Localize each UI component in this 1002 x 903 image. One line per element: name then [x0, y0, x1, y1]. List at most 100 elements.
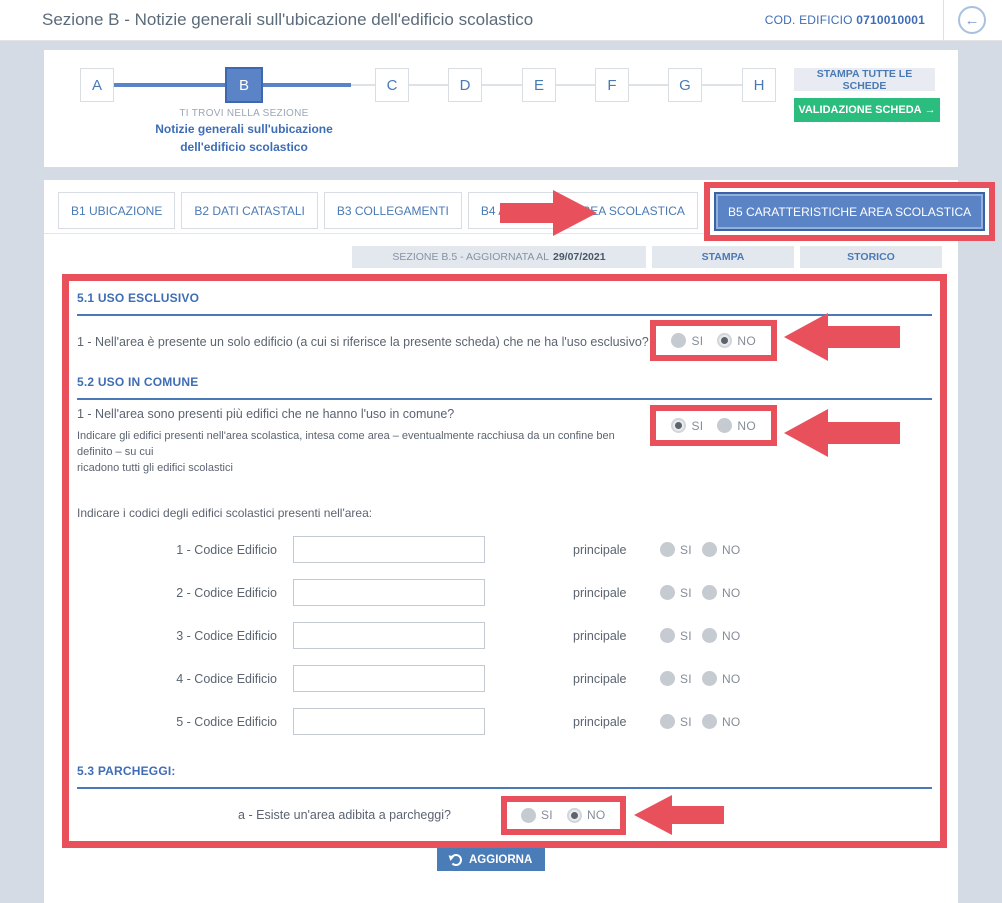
top-bar: Sezione B - Notizie generali sull'ubicaz…	[0, 0, 1002, 41]
annotation-arrow-52	[784, 409, 900, 457]
code-row-2: 2 - Codice Edificio principale SI NO	[77, 579, 932, 606]
update-button-label: AGGIORNA	[469, 854, 532, 866]
radio-51-no[interactable]	[717, 333, 732, 348]
back-icon[interactable]: ←	[958, 6, 986, 34]
building-code-value: 0710010001	[856, 13, 925, 27]
print-all-sheets-button[interactable]: STAMPA TUTTE LE SCHEDE	[794, 68, 935, 91]
arrow-head	[634, 795, 672, 835]
radio-group-principale-3-no: NO	[702, 628, 741, 643]
validate-sheet-button[interactable]: VALIDAZIONE SCHEDA →	[794, 98, 940, 122]
radio-principale-3-no[interactable]	[702, 628, 717, 643]
radio-principale-5-si[interactable]	[660, 714, 675, 729]
radio-principale-1-si[interactable]	[660, 542, 675, 557]
radio-group-principale-3-si: SI	[660, 628, 692, 643]
tab-b3-collegamenti[interactable]: B3 COLLEGAMENTI	[324, 192, 462, 229]
step-b[interactable]: B	[225, 67, 263, 103]
annotation-box-51-radio: SI NO	[650, 320, 777, 361]
tab-b5-caratteristiche-area-scolastica[interactable]: B5 CARATTERISTICHE AREA SCOLASTICA	[714, 192, 985, 231]
code-row-label: 1 - Codice Edificio	[77, 543, 277, 557]
arrow-tail	[672, 806, 724, 824]
question-51-1-text: 1 - Nell'area è presente un solo edifici…	[77, 333, 649, 349]
radio-label: NO	[722, 715, 741, 729]
radio-51-si[interactable]	[671, 333, 686, 348]
section-rule	[77, 398, 932, 400]
radio-label: SI	[680, 543, 692, 557]
step-h[interactable]: H	[742, 68, 776, 102]
section-toolbar: SEZIONE B.5 - AGGIORNATA AL 29/07/2021 S…	[44, 246, 942, 268]
principale-label: principale	[573, 586, 635, 600]
radio-principale-5-no[interactable]	[702, 714, 717, 729]
step-a[interactable]: A	[80, 68, 114, 102]
step-f[interactable]: F	[595, 68, 629, 102]
radio-52-no-label: NO	[737, 419, 756, 433]
radio-group-principale-5-no: NO	[702, 714, 741, 729]
radio-label: SI	[680, 586, 692, 600]
radio-label: SI	[680, 672, 692, 686]
radio-principale-3-si[interactable]	[660, 628, 675, 643]
tab-b1-ubicazione[interactable]: B1 UBICAZIONE	[58, 192, 175, 229]
radio-group-52-no: NO	[717, 418, 756, 433]
section-rule	[77, 787, 932, 789]
codice-edificio-4-input[interactable]	[293, 665, 485, 692]
section-b5-panel: B1 UBICAZIONE B2 DATI CATASTALI B3 COLLE…	[44, 180, 958, 903]
radio-principale-4-si[interactable]	[660, 671, 675, 686]
codes-intro-text: Indicare i codici degli edifici scolasti…	[77, 506, 932, 520]
current-section-name: dell'edificio scolastico	[104, 140, 384, 154]
radio-53-no-label: NO	[587, 808, 606, 822]
code-row-label: 3 - Codice Edificio	[77, 629, 277, 643]
step-e[interactable]: E	[522, 68, 556, 102]
radio-group-principale-1-no: NO	[702, 542, 741, 557]
radio-principale-4-no[interactable]	[702, 671, 717, 686]
tab-b2-dati-catastali[interactable]: B2 DATI CATASTALI	[181, 192, 317, 229]
building-code-label: COD. EDIFICIO	[765, 13, 853, 27]
building-code: COD. EDIFICIO 0710010001	[765, 13, 925, 27]
radio-principale-2-no[interactable]	[702, 585, 717, 600]
page-title: Sezione B - Notizie generali sull'ubicaz…	[42, 10, 533, 30]
radio-52-si[interactable]	[671, 418, 686, 433]
radio-53-si[interactable]	[521, 808, 536, 823]
code-row-5: 5 - Codice Edificio principale SI NO	[77, 708, 932, 735]
refresh-icon	[450, 854, 462, 866]
arrow-head	[784, 409, 828, 457]
step-d[interactable]: D	[448, 68, 482, 102]
radio-principale-2-si[interactable]	[660, 585, 675, 600]
radio-label: SI	[680, 629, 692, 643]
section-updated-date: 29/07/2021	[553, 251, 606, 263]
radio-52-no[interactable]	[717, 418, 732, 433]
radio-group-51-si: SI	[671, 333, 703, 348]
codice-edificio-3-input[interactable]	[293, 622, 485, 649]
annotation-arrow-53	[634, 795, 724, 835]
update-button[interactable]: AGGIORNA	[437, 848, 545, 871]
divider	[943, 0, 944, 40]
radio-principale-1-no[interactable]	[702, 542, 717, 557]
radio-group-principale-5-si: SI	[660, 714, 692, 729]
radio-52-si-label: SI	[691, 419, 703, 433]
validate-sheet-label: VALIDAZIONE SCHEDA	[798, 104, 921, 116]
step-g[interactable]: G	[668, 68, 702, 102]
note-line: ricadono tutti gli edifici scolastici	[77, 460, 650, 476]
arrow-head	[553, 190, 597, 236]
arrow-tail	[500, 203, 553, 223]
radio-group-51-no: NO	[717, 333, 756, 348]
print-button[interactable]: STAMPA	[652, 246, 794, 268]
annotation-box-52-radio: SI NO	[650, 405, 777, 446]
arrow-head	[784, 313, 828, 361]
annotation-box-content: 5.1 USO ESCLUSIVO 1 - Nell'area è presen…	[62, 274, 947, 848]
principale-label: principale	[573, 715, 635, 729]
codice-edificio-2-input[interactable]	[293, 579, 485, 606]
annotation-box-53-radio: SI NO	[501, 796, 626, 835]
question-53-a-text: a - Esiste un'area adibita a parcheggi?	[77, 808, 451, 822]
step-c[interactable]: C	[375, 68, 409, 102]
you-are-here-label: TI TROVI NELLA SEZIONE	[104, 108, 384, 119]
radio-group-53-no: NO	[567, 808, 606, 823]
history-button[interactable]: STORICO	[800, 246, 942, 268]
code-row-label: 2 - Codice Edificio	[77, 586, 277, 600]
code-row-label: 5 - Codice Edificio	[77, 715, 277, 729]
codice-edificio-5-input[interactable]	[293, 708, 485, 735]
annotation-arrow-tab-b5	[500, 190, 597, 236]
codice-edificio-1-input[interactable]	[293, 536, 485, 563]
radio-53-si-label: SI	[541, 808, 553, 822]
section-stepper: A B C D E F G H TI TROVI NELLA SEZIONE N…	[44, 50, 958, 167]
radio-53-no[interactable]	[567, 808, 582, 823]
radio-label: NO	[722, 629, 741, 643]
